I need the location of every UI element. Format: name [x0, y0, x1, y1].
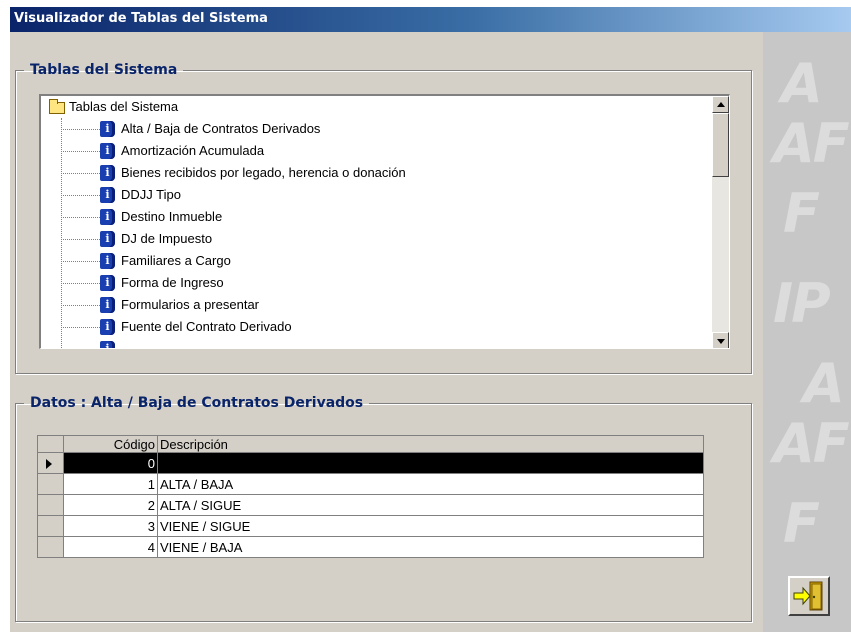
tree-item-label: Familiares a Cargo [121, 253, 231, 268]
arrow-down-icon [717, 339, 725, 344]
info-book-icon: i [100, 187, 115, 203]
row-indicator[interactable] [37, 494, 64, 516]
watermark-logo: AF [773, 112, 850, 175]
watermark-logo: F [783, 182, 820, 245]
tree-item-label: DDJJ Tipo [121, 187, 181, 202]
info-book-icon: i [100, 165, 115, 181]
tree-connector [61, 305, 100, 306]
tables-tree[interactable]: Tablas del Sistema i Alta / Baja de Contr… [39, 94, 730, 349]
tree-item-label: Forma de Ingreso [121, 275, 224, 290]
watermark-logo: A [781, 52, 823, 115]
tree-connector [61, 283, 100, 284]
watermark-logo: IP [773, 272, 831, 335]
tree-connector [61, 261, 100, 262]
watermark-panel: A AF F IP A AF F [763, 32, 851, 632]
row-indicator[interactable] [37, 536, 64, 558]
exit-button[interactable] [788, 576, 830, 616]
column-header-codigo[interactable]: Código [63, 435, 158, 453]
cell-descripcion[interactable]: VIENE / SIGUE [157, 515, 704, 537]
info-book-icon: i [100, 143, 115, 159]
tree-connector [61, 195, 100, 196]
cell-descripcion[interactable]: ALTA / SIGUE [157, 494, 704, 516]
tree-item-label: DJ de Impuesto [121, 231, 213, 246]
table-row[interactable]: 1 ALTA / BAJA [37, 473, 704, 495]
row-indicator[interactable] [37, 515, 64, 537]
tree-item-label: Fuente del Contrato Derivado [121, 319, 292, 334]
info-book-icon: i [100, 121, 115, 137]
info-book-icon: i [100, 209, 115, 225]
info-book-icon: i [100, 231, 115, 247]
table-row[interactable]: 4 VIENE / BAJA [37, 536, 704, 558]
watermark-logo: AF [773, 412, 850, 475]
window-title: Visualizador de Tablas del Sistema [14, 11, 268, 26]
tree-root-label: Tablas del Sistema [69, 99, 179, 114]
info-book-icon: i [100, 319, 115, 335]
table-row[interactable]: 3 VIENE / SIGUE [37, 515, 704, 537]
cell-codigo[interactable]: 1 [63, 473, 158, 495]
scroll-down-button[interactable] [712, 332, 729, 348]
info-book-icon: i [100, 341, 115, 348]
tree-connector [61, 217, 100, 218]
row-indicator-header [37, 435, 64, 453]
column-header-descripcion[interactable]: Descripción [157, 435, 704, 453]
cell-codigo[interactable]: 2 [63, 494, 158, 516]
data-table: Código Descripción 0 1 ALTA / BAJA 2 ALTA / … [37, 435, 704, 558]
table-row[interactable]: 2 ALTA / SIGUE [37, 494, 704, 516]
watermark-logo: A [803, 352, 845, 415]
row-indicator[interactable] [37, 473, 64, 495]
cell-descripcion[interactable]: VIENE / BAJA [157, 536, 704, 558]
scroll-thumb[interactable] [712, 113, 729, 177]
tree-item-label: Amortización Acumulada [121, 143, 265, 158]
table-row[interactable]: 0 [37, 452, 704, 474]
info-book-icon: i [100, 253, 115, 269]
cell-codigo[interactable]: 3 [63, 515, 158, 537]
info-book-icon: i [100, 297, 115, 313]
tree-connector [61, 151, 100, 152]
arrow-up-icon [717, 102, 725, 107]
current-row-arrow-icon [46, 459, 52, 470]
tree-item-label: Bienes recibidos por legado, herencia o … [121, 165, 406, 180]
tree-item-label: Destino Inmueble [121, 209, 223, 224]
tree-rows: Tablas del Sistema i Alta / Baja de Contr… [41, 96, 711, 348]
data-grid[interactable]: Código Descripción 0 1 ALTA / BAJA 2 ALTA / … [37, 435, 713, 558]
tree-scrollbar[interactable] [712, 96, 729, 348]
tree-item-label: Formularios a presentar [121, 297, 259, 312]
tree-connector [61, 129, 100, 130]
tree-connector [61, 239, 100, 240]
tree-connector [61, 327, 100, 328]
cell-descripcion[interactable]: ALTA / BAJA [157, 473, 704, 495]
exit-door-icon [793, 581, 823, 611]
watermark-logo: F [783, 492, 820, 555]
tree-item-label: Alta / Baja de Contratos Derivados [121, 121, 321, 136]
cell-descripcion[interactable] [157, 452, 704, 474]
info-book-icon: i [100, 275, 115, 291]
tree-connector [61, 173, 100, 174]
grid-header-row: Código Descripción [37, 435, 704, 453]
folder-icon [49, 99, 65, 114]
tree-connector [61, 118, 62, 348]
data-group-legend: Datos : Alta / Baja de Contratos Derivad… [30, 395, 364, 411]
cell-codigo[interactable]: 0 [63, 452, 158, 474]
row-indicator[interactable] [37, 452, 64, 474]
scroll-up-button[interactable] [712, 96, 729, 113]
tables-group-legend: Tablas del Sistema [30, 62, 178, 78]
cell-codigo[interactable]: 4 [63, 536, 158, 558]
title-bar[interactable]: Visualizador de Tablas del Sistema [10, 7, 851, 32]
app-window: Visualizador de Tablas del Sistema A AF … [10, 7, 851, 632]
